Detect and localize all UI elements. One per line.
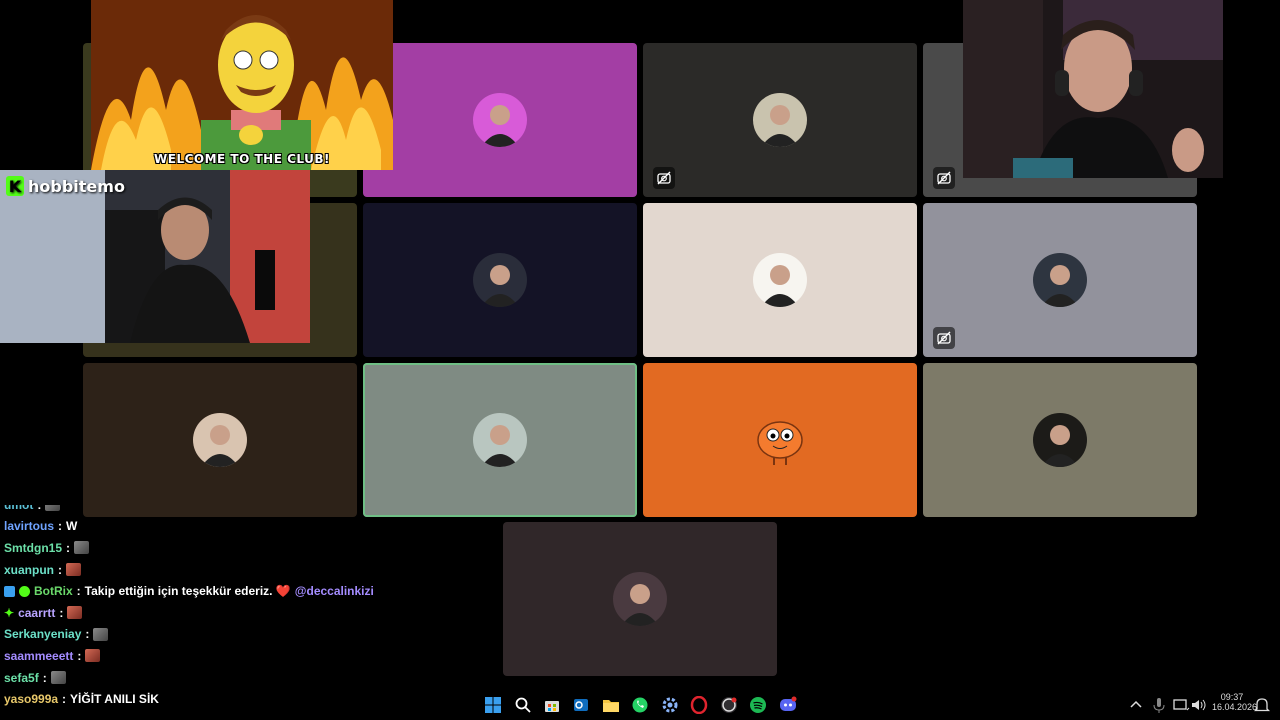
opera-icon[interactable]: [688, 694, 710, 716]
bot-badge-icon: [4, 585, 15, 597]
chat-panel: umot:lavirtous:WSmtdgn15:xuanpun:BotRix:…: [4, 505, 424, 720]
network-icon[interactable]: [1172, 694, 1190, 716]
participant-avatar: [753, 93, 807, 147]
chat-emote-icon: [74, 541, 90, 555]
clock-time: 09:37: [1220, 692, 1244, 702]
chat-separator: :: [42, 670, 47, 685]
participant-tile[interactable]: [503, 522, 777, 676]
outlook-icon[interactable]: [570, 694, 592, 716]
camera-off-icon: [933, 167, 955, 189]
participant-tile[interactable]: [83, 363, 357, 517]
clock-date: 16.04.2026: [1212, 702, 1258, 712]
participant-tile[interactable]: [923, 363, 1197, 517]
chat-emote-icon: [50, 671, 66, 685]
chat-emote-icon: [67, 606, 83, 620]
flames-gif-image: [91, 0, 393, 170]
file-explorer-icon[interactable]: [600, 694, 622, 716]
chat-mention[interactable]: @deccalinkizi: [295, 584, 374, 598]
taskbar: 09:37 16.04.2026: [0, 690, 1280, 720]
chat-message: ✦ caarrtt:: [4, 602, 424, 624]
participant-tile[interactable]: [363, 203, 637, 357]
guest-camera-image: [963, 0, 1223, 178]
spotify-icon[interactable]: [747, 694, 769, 716]
chat-message: BotRix: Takip ettiğin için teşekkür ederi…: [4, 580, 424, 602]
participant-avatar: [473, 413, 527, 467]
chat-emote-icon: [93, 627, 109, 641]
chat-username[interactable]: lavirtous: [4, 519, 54, 533]
kick-logo-icon: K: [6, 176, 24, 196]
chevron-up-icon[interactable]: [1127, 694, 1145, 716]
chat-message: Serkanyeniay:: [4, 624, 424, 646]
gif-caption: WELCOME TO THE CLUB!: [154, 152, 330, 166]
chat-username[interactable]: BotRix: [34, 584, 73, 598]
chat-username[interactable]: Smtdgn15: [4, 541, 62, 555]
microphone-icon[interactable]: [1150, 694, 1168, 716]
whatsapp-icon[interactable]: [629, 694, 651, 716]
participant-tile[interactable]: [923, 203, 1197, 357]
chat-message: saammeeett:: [4, 645, 424, 667]
chat-username[interactable]: Serkanyeniay: [4, 627, 81, 641]
chat-emote-icon: [45, 505, 61, 512]
chat-separator: :: [77, 648, 82, 663]
chat-message: Smtdgn15:: [4, 537, 424, 559]
gif-overlay: WELCOME TO THE CLUB!: [91, 0, 393, 170]
chat-username[interactable]: sefa5f: [4, 671, 39, 685]
notification-icon[interactable]: [1253, 694, 1271, 716]
chat-emote-icon: [66, 563, 81, 577]
participant-avatar: [753, 413, 807, 467]
verified-badge-icon: [19, 585, 30, 597]
guest-camera: [963, 0, 1223, 178]
participant-tile[interactable]: [643, 203, 917, 357]
chat-message: sefa5f:: [4, 667, 424, 689]
clock[interactable]: 09:37 16.04.2026: [1212, 692, 1258, 712]
search-icon[interactable]: [512, 694, 534, 716]
participant-avatar: [613, 572, 667, 626]
chat-username[interactable]: caarrtt: [18, 606, 55, 620]
participant-avatar: [193, 413, 247, 467]
participant-tile[interactable]: [363, 43, 637, 197]
chat-emote-icon: [85, 649, 101, 663]
settings-icon[interactable]: [659, 694, 681, 716]
obs-icon[interactable]: [718, 694, 740, 716]
camera-off-icon: [653, 167, 675, 189]
camera-off-icon: [933, 327, 955, 349]
chat-separator: :: [85, 627, 90, 642]
chat-text: Takip ettiğin için teşekkür ederiz. ❤️: [84, 584, 291, 599]
participant-avatar: [473, 93, 527, 147]
chat-username[interactable]: saammeeett: [4, 649, 73, 663]
chat-username[interactable]: umot: [4, 505, 33, 512]
chat-message: xuanpun:: [4, 559, 424, 581]
chat-separator: :: [58, 519, 63, 534]
participant-tile[interactable]: [643, 363, 917, 517]
chat-separator: :: [76, 584, 81, 599]
chat-text: W: [66, 519, 78, 534]
participant-avatar: [473, 253, 527, 307]
participant-tile[interactable]: [363, 363, 637, 517]
chat-separator: :: [59, 605, 64, 620]
chat-username[interactable]: xuanpun: [4, 563, 54, 577]
windows-start-icon[interactable]: [482, 694, 504, 716]
store-icon[interactable]: [541, 694, 563, 716]
participant-tile[interactable]: [643, 43, 917, 197]
participant-avatar: [753, 253, 807, 307]
streamer-camera: K hobbitemo: [0, 170, 310, 343]
chat-message: umot:: [4, 505, 424, 516]
streamer-name-label: K hobbitemo: [6, 176, 125, 196]
volume-icon[interactable]: [1189, 694, 1207, 716]
participant-avatar: [1033, 253, 1087, 307]
chat-separator: :: [58, 562, 62, 577]
participant-avatar: [1033, 413, 1087, 467]
discord-icon[interactable]: [777, 694, 799, 716]
chat-message: lavirtous: W: [4, 516, 424, 538]
sub-badge-icon: ✦: [4, 605, 15, 620]
chat-separator: :: [66, 540, 71, 555]
streamer-name: hobbitemo: [28, 176, 125, 196]
chat-separator: :: [37, 505, 41, 512]
